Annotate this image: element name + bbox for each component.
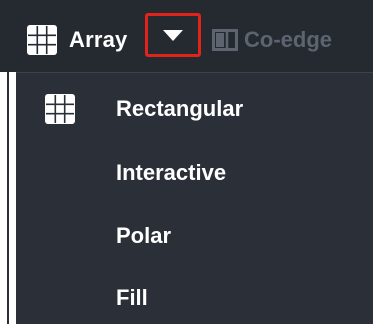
array-dropdown-toggle[interactable]: [145, 13, 201, 57]
menu-item-fill[interactable]: Fill: [16, 268, 373, 324]
menu-item-interactive[interactable]: Interactive: [16, 143, 373, 203]
menu-item-label: Rectangular: [116, 96, 244, 121]
menu-item-label: Polar: [116, 223, 172, 248]
menu-item-polar[interactable]: Polar: [16, 206, 373, 266]
grid-icon: [27, 25, 57, 55]
toolbar: Array Co-edge: [0, 0, 373, 72]
window-edge: [7, 72, 9, 324]
array-button[interactable]: Array: [27, 20, 127, 60]
app-screen: Array Co-edge Rectangular Interactive Po…: [0, 0, 373, 324]
caret-down-icon: [163, 29, 183, 41]
menu-item-label: Fill: [116, 285, 148, 310]
co-edge-label: Co-edge: [244, 27, 332, 52]
array-label: Array: [69, 27, 128, 52]
menu-item-label: Interactive: [116, 160, 227, 185]
grid-icon: [45, 94, 75, 124]
co-edge-icon: [212, 29, 238, 51]
array-dropdown-menu: Rectangular Interactive Polar Fill: [16, 72, 373, 324]
co-edge-button[interactable]: Co-edge: [212, 20, 332, 60]
menu-item-rectangular[interactable]: Rectangular: [16, 79, 373, 139]
